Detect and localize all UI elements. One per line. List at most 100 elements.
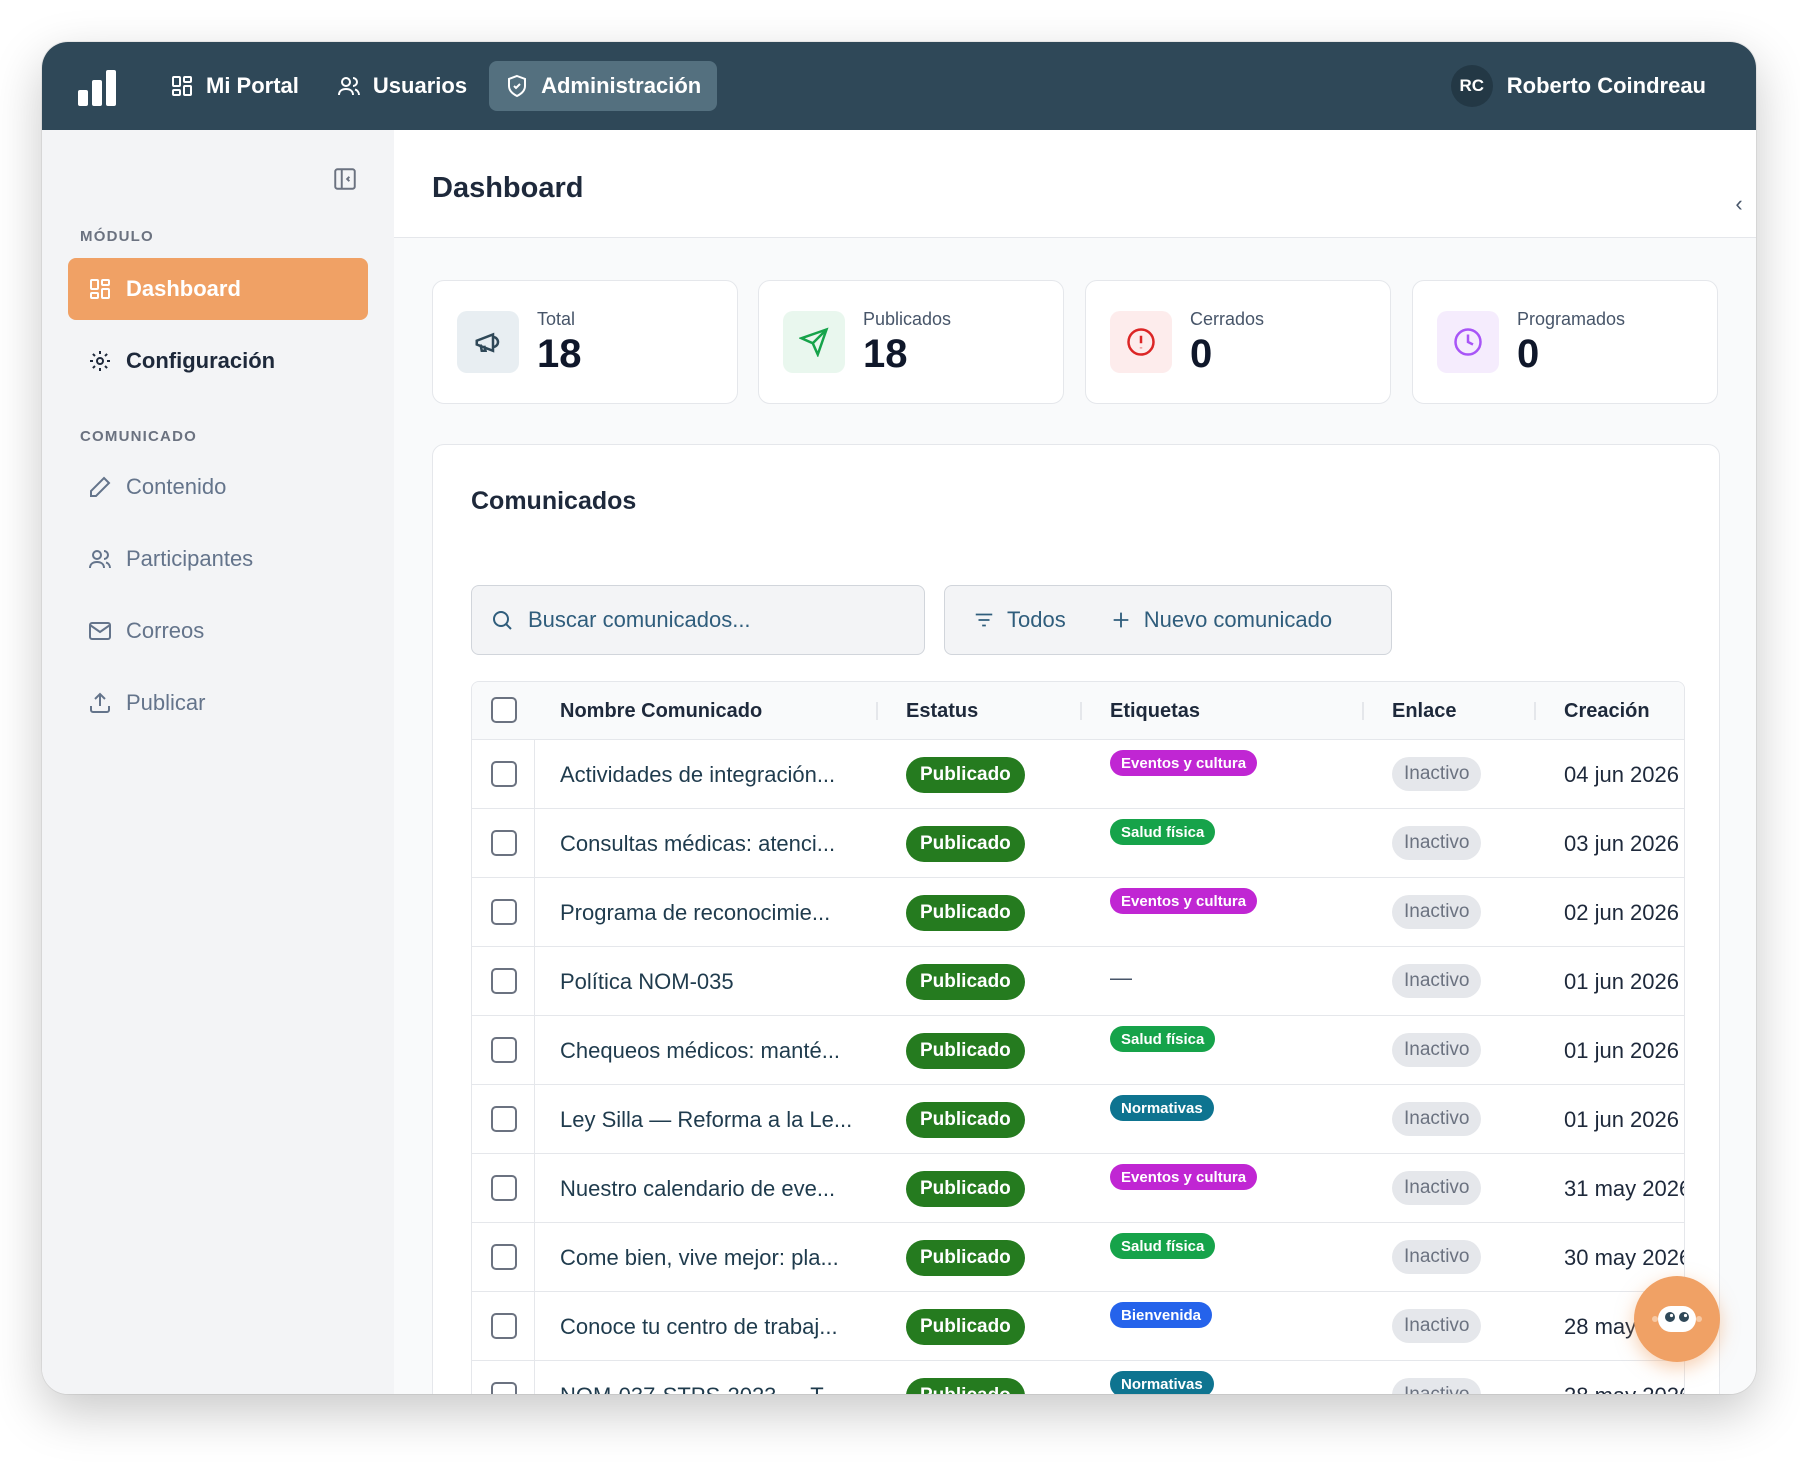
table-row[interactable]: Come bien, vive mejor: pla... Publicado Sa… <box>472 1223 1684 1292</box>
column-resize-handle[interactable] <box>1362 702 1364 720</box>
comunicado-name[interactable]: Nuestro calendario de eve... <box>560 1176 835 1202</box>
sidebar: MÓDULO Dashboard Configuración COMUNICAD… <box>42 130 394 1394</box>
tag-badge[interactable]: Eventos y cultura <box>1110 750 1258 776</box>
link-status-badge: Inactivo <box>1392 1171 1482 1205</box>
table-row[interactable]: Conoce tu centro de trabaj... Publicado Bi… <box>472 1292 1684 1361</box>
user-menu[interactable]: RC Roberto Coindreau <box>1450 65 1720 107</box>
sidebar-item-correos[interactable]: Correos <box>68 600 368 662</box>
comunicado-name[interactable]: Política NOM-035 <box>560 969 734 995</box>
column-resize-handle[interactable] <box>1080 702 1082 720</box>
table-row[interactable]: Programa de reconocimie... Publicado Event… <box>472 878 1684 947</box>
comunicado-name[interactable]: Ley Silla — Reforma a la Le... <box>560 1107 852 1133</box>
table-row[interactable]: Política NOM-035 Publicado — Inactivo 01 jun… <box>472 947 1684 1016</box>
created-date: 01 jun 2026 <box>1564 1038 1679 1063</box>
assistant-bot-button[interactable] <box>1634 1276 1720 1362</box>
table-row[interactable]: Consultas médicas: atenci... Publicado Sal… <box>472 809 1684 878</box>
comunicado-name[interactable]: Conoce tu centro de trabaj... <box>560 1314 838 1340</box>
table-row[interactable]: Ley Silla — Reforma a la Le... Publicado N… <box>472 1085 1684 1154</box>
stat-value: 0 <box>1517 331 1540 376</box>
sidebar-item-dashboard[interactable]: Dashboard <box>68 258 368 320</box>
comunicado-name[interactable]: NOM-037-STPS-2023 — T... <box>560 1383 840 1394</box>
row-checkbox[interactable] <box>491 1313 517 1339</box>
status-badge: Publicado <box>906 1378 1025 1394</box>
row-checkbox[interactable] <box>491 830 517 856</box>
sidebar-collapse-icon[interactable] <box>332 166 358 192</box>
comunicado-name[interactable]: Programa de reconocimie... <box>560 900 830 926</box>
tag-badge[interactable]: Bienvenida <box>1110 1302 1213 1328</box>
search-box[interactable] <box>471 585 925 655</box>
sidebar-item-label: Publicar <box>126 690 206 715</box>
stat-card-total: Total 18 <box>432 280 738 404</box>
header-etiquetas[interactable]: Etiquetas <box>1110 700 1200 723</box>
tag-badge[interactable]: Eventos y cultura <box>1110 1164 1258 1190</box>
comunicado-name[interactable]: Come bien, vive mejor: pla... <box>560 1245 839 1271</box>
header-creacion[interactable]: Creación <box>1564 700 1650 723</box>
tag-badge[interactable]: Eventos y cultura <box>1110 888 1258 914</box>
clock-icon <box>1437 311 1499 373</box>
new-comunicado-button[interactable]: Nuevo comunicado <box>1110 607 1332 633</box>
table-row[interactable]: Actividades de integración... Publicado Ev… <box>472 740 1684 809</box>
column-resize-handle[interactable] <box>1534 702 1536 720</box>
grid-icon <box>172 76 192 96</box>
users-icon <box>89 550 111 569</box>
link-status-badge: Inactivo <box>1392 1240 1482 1274</box>
filter-icon <box>975 613 993 627</box>
status-badge: Publicado <box>906 895 1025 931</box>
tag-badge[interactable]: Normativas <box>1110 1371 1214 1394</box>
sidebar-item-contenido[interactable]: Contenido <box>68 456 368 518</box>
row-checkbox[interactable] <box>491 761 517 787</box>
status-badge: Publicado <box>906 1102 1025 1138</box>
status-badge: Publicado <box>906 1033 1025 1069</box>
select-all-checkbox[interactable] <box>491 697 517 723</box>
tag-badge[interactable]: Salud física <box>1110 819 1216 845</box>
comunicado-name[interactable]: Consultas médicas: atenci... <box>560 831 835 857</box>
created-date: 03 jun 2026 <box>1564 831 1679 856</box>
row-checkbox[interactable] <box>491 968 517 994</box>
created-date: 02 jun 2026 <box>1564 900 1679 925</box>
nav-mi-portal[interactable]: Mi Portal <box>154 61 315 111</box>
stat-label: Total <box>537 308 576 329</box>
page-header: Dashboard <box>394 130 1756 238</box>
row-checkbox[interactable] <box>491 1037 517 1063</box>
comunicado-name[interactable]: Actividades de integración... <box>560 762 835 788</box>
filter-button[interactable]: Todos <box>973 607 1066 633</box>
search-input[interactable] <box>528 607 908 633</box>
tag-badge[interactable]: Salud física <box>1110 1026 1216 1052</box>
stat-label: Publicados <box>863 308 952 329</box>
tag-empty: — <box>1110 965 1132 990</box>
row-checkbox[interactable] <box>491 1244 517 1270</box>
nav-usuarios[interactable]: Usuarios <box>321 61 483 111</box>
table-row[interactable]: Chequeos médicos: manté... Publicado Salud… <box>472 1016 1684 1085</box>
header-enlace[interactable]: Enlace <box>1392 700 1456 723</box>
row-checkbox[interactable] <box>491 1382 517 1394</box>
toolbar: Todos Nuevo comunicado <box>944 585 1392 655</box>
row-checkbox[interactable] <box>491 1106 517 1132</box>
table-row[interactable]: NOM-037-STPS-2023 — T... Publicado Normati… <box>472 1361 1684 1394</box>
status-badge: Publicado <box>906 826 1025 862</box>
header-nombre[interactable]: Nombre Comunicado <box>560 700 762 723</box>
link-status-badge: Inactivo <box>1392 1033 1482 1067</box>
bar-chart-logo-icon[interactable] <box>78 66 118 106</box>
row-checkbox[interactable] <box>491 1175 517 1201</box>
chevron-left-icon[interactable]: ‹ <box>1722 174 1756 234</box>
row-checkbox[interactable] <box>491 899 517 925</box>
sidebar-item-label: Correos <box>126 618 205 643</box>
comunicados-table: Nombre Comunicado Estatus Etiquetas Enla… <box>471 681 1685 1394</box>
table-row[interactable]: Nuestro calendario de eve... Publicado Eve… <box>472 1154 1684 1223</box>
top-nav: Mi Portal Usuarios Administración RC Rob… <box>42 42 1756 130</box>
sidebar-item-participantes[interactable]: Participantes <box>68 528 368 590</box>
tag-badge[interactable]: Normativas <box>1110 1095 1214 1121</box>
nav-administracion[interactable]: Administración <box>489 61 718 111</box>
sidebar-item-publicar[interactable]: Publicar <box>68 672 368 734</box>
tag-badge[interactable]: Salud física <box>1110 1233 1216 1259</box>
header-estatus[interactable]: Estatus <box>906 700 978 723</box>
created-date: 01 jun 2026 <box>1564 1107 1679 1132</box>
nav-administracion-label: Administración <box>541 73 702 98</box>
sidebar-item-configuracion[interactable]: Configuración <box>68 330 368 392</box>
page-title: Dashboard <box>432 172 584 204</box>
sidebar-item-label: Contenido <box>126 474 227 499</box>
alert-circle-icon <box>1110 311 1172 373</box>
column-resize-handle[interactable] <box>876 702 878 720</box>
comunicado-name[interactable]: Chequeos médicos: manté... <box>560 1038 840 1064</box>
created-date: 28 may 2026 <box>1564 1383 1684 1394</box>
